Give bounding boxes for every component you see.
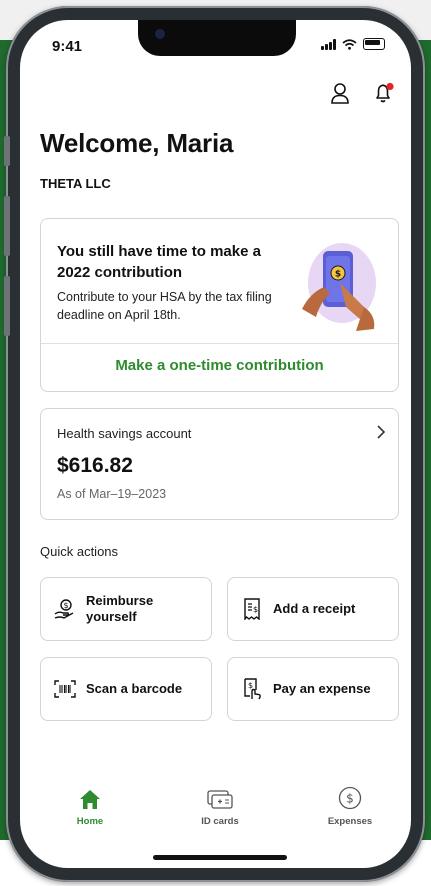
quick-action-label: Pay an expense: [273, 681, 371, 696]
tab-home[interactable]: Home: [45, 784, 135, 827]
tab-label: Expenses: [327, 816, 373, 827]
contribution-promo-card: You still have time to make a 2022 contr…: [40, 218, 399, 392]
promo-title: You still have time to make a 2022 contr…: [57, 243, 261, 281]
account-balance: $616.82: [57, 454, 133, 477]
balance-date: As of Mar–19–2023: [57, 487, 167, 501]
status-time: 9:41: [52, 38, 83, 55]
svg-text:$: $: [253, 605, 258, 614]
tab-id-cards[interactable]: ID cards: [175, 784, 265, 827]
svg-text:$: $: [335, 270, 341, 280]
battery-icon: [363, 38, 385, 50]
receipt-icon: $: [241, 598, 263, 620]
profile-button[interactable]: [327, 80, 353, 106]
quick-action-label: Add a receipt: [273, 601, 356, 616]
promo-text: Contribute to your HSA by the tax filing…: [57, 290, 272, 322]
notch: [138, 20, 296, 56]
user-icon: [331, 83, 349, 104]
quick-actions-heading: Quick actions: [40, 544, 119, 559]
pay-expense-button[interactable]: $ Pay an expense: [227, 657, 399, 721]
reimburse-yourself-button[interactable]: $ Reimburse yourself: [40, 577, 212, 641]
chevron-right-icon: [377, 425, 386, 439]
svg-text:$: $: [63, 601, 68, 610]
volume-down-button: [4, 276, 10, 336]
phone-screen: 9:41 Welcome, Maria THETA LLC You still …: [20, 20, 411, 868]
one-time-contribution-link[interactable]: Make a one-time contribution: [41, 357, 398, 374]
camera-icon: [155, 29, 165, 39]
quick-action-label: Scan a barcode: [86, 681, 183, 696]
bell-icon: [376, 82, 394, 103]
reimburse-hand-coin-icon: $: [54, 598, 76, 620]
wifi-icon: [342, 38, 357, 50]
tab-expenses[interactable]: $ Expenses: [305, 784, 395, 827]
pay-expense-icon: $: [241, 678, 263, 700]
id-card-icon: [175, 784, 265, 810]
promo-divider: [41, 343, 398, 344]
quick-action-label: Reimburse yourself: [86, 593, 154, 624]
status-icons: [321, 38, 385, 50]
account-label: Health savings account: [57, 426, 192, 441]
tab-label: ID cards: [201, 816, 239, 827]
mute-switch: [4, 136, 10, 166]
tab-label: Home: [76, 816, 104, 827]
phone-coin-illustration: $: [302, 243, 376, 331]
home-indicator: [153, 855, 287, 860]
add-receipt-button[interactable]: $ Add a receipt: [227, 577, 399, 641]
company-name: THETA LLC: [40, 176, 111, 191]
scan-barcode-button[interactable]: Scan a barcode: [40, 657, 212, 721]
signal-icon: [321, 38, 336, 50]
bottom-tab-bar: Home ID cards $ Expenses: [20, 784, 411, 844]
volume-up-button: [4, 196, 10, 256]
svg-text:$: $: [346, 792, 354, 806]
page-title: Welcome, Maria: [40, 128, 234, 158]
barcode-scan-icon: [54, 678, 76, 700]
home-icon: [45, 784, 135, 810]
hsa-account-card[interactable]: Health savings account $616.82 As of Mar…: [40, 408, 399, 520]
svg-text:$: $: [248, 681, 253, 690]
dollar-circle-icon: $: [305, 784, 395, 810]
notifications-button[interactable]: [371, 80, 397, 106]
